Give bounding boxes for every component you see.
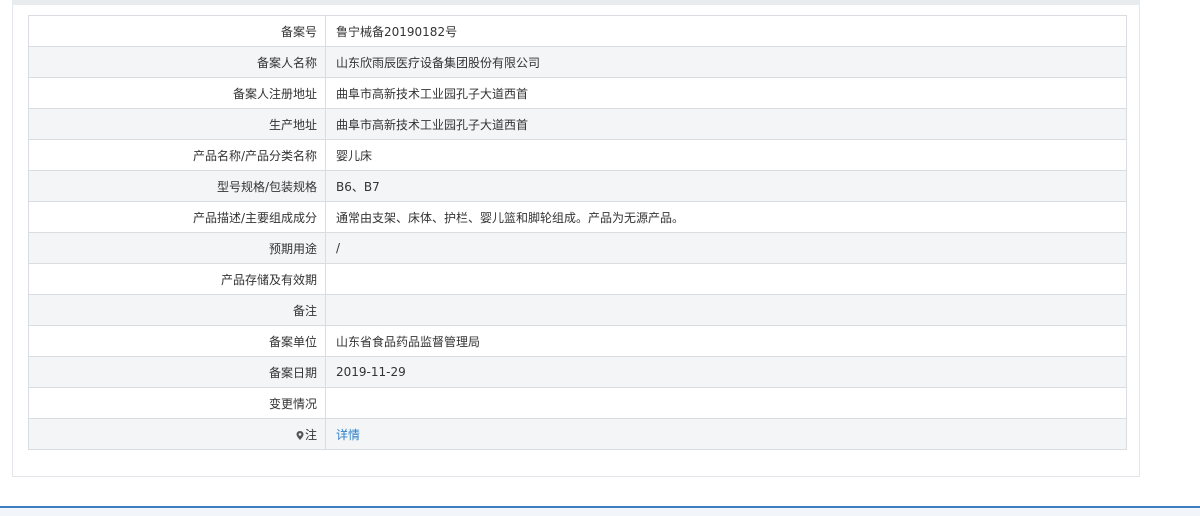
row-value [325,294,1127,326]
table-row-production-address: 生产地址 曲阜市高新技术工业园孔子大道西首 [28,108,1127,140]
row-value: 详情 [325,418,1127,450]
row-label: 产品存储及有效期 [28,263,326,295]
row-label: 产品名称/产品分类名称 [28,139,326,171]
row-value: 通常由支架、床体、护栏、婴儿篮和脚轮组成。产品为无源产品。 [325,201,1127,233]
row-label: 注 [28,418,326,450]
table-row-change-status: 变更情况 [28,387,1127,419]
row-value: 曲阜市高新技术工业园孔子大道西首 [325,77,1127,109]
row-label: 型号规格/包装规格 [28,170,326,202]
row-value: 鲁宁械备20190182号 [325,15,1127,47]
table-row-record-number: 备案号 鲁宁械备20190182号 [28,15,1127,47]
row-label: 变更情况 [28,387,326,419]
row-value: / [325,232,1127,264]
table-row-filing-date: 备案日期 2019-11-29 [28,356,1127,388]
table-row-product-name: 产品名称/产品分类名称 婴儿床 [28,139,1127,171]
row-label: 备案人名称 [28,46,326,78]
details-link[interactable]: 详情 [336,428,360,442]
map-pin-icon [296,429,304,440]
row-value [325,263,1127,295]
table-row-filing-unit: 备案单位 山东省食品药品监督管理局 [28,325,1127,357]
table-row-intended-use: 预期用途 / [28,232,1127,264]
row-value: B6、B7 [325,170,1127,202]
row-value [325,387,1127,419]
row-label: 备注 [28,294,326,326]
table-row-storage-validity: 产品存储及有效期 [28,263,1127,295]
row-label: 备案人注册地址 [28,77,326,109]
table-row-product-description: 产品描述/主要组成成分 通常由支架、床体、护栏、婴儿篮和脚轮组成。产品为无源产品… [28,201,1127,233]
row-label: 生产地址 [28,108,326,140]
row-value: 婴儿床 [325,139,1127,171]
record-detail-table: 备案号 鲁宁械备20190182号 备案人名称 山东欣雨辰医疗设备集团股份有限公… [28,15,1127,450]
row-value: 2019-11-29 [325,356,1127,388]
table-row-model-spec: 型号规格/包装规格 B6、B7 [28,170,1127,202]
note-label: 注 [304,427,317,442]
table-row-note: 注 详情 [28,418,1127,450]
row-label: 备案号 [28,15,326,47]
row-label: 产品描述/主要组成成分 [28,201,326,233]
row-value: 山东省食品药品监督管理局 [325,325,1127,357]
row-label: 预期用途 [28,232,326,264]
table-row-registered-address: 备案人注册地址 曲阜市高新技术工业园孔子大道西首 [28,77,1127,109]
row-label: 备案日期 [28,356,326,388]
table-row-registrant-name: 备案人名称 山东欣雨辰医疗设备集团股份有限公司 [28,46,1127,78]
row-value: 山东欣雨辰医疗设备集团股份有限公司 [325,46,1127,78]
row-label: 备案单位 [28,325,326,357]
record-detail-panel: 备案号 鲁宁械备20190182号 备案人名称 山东欣雨辰医疗设备集团股份有限公… [12,5,1140,477]
row-value: 曲阜市高新技术工业园孔子大道西首 [325,108,1127,140]
bottom-bar [0,506,1200,516]
table-row-remarks: 备注 [28,294,1127,326]
